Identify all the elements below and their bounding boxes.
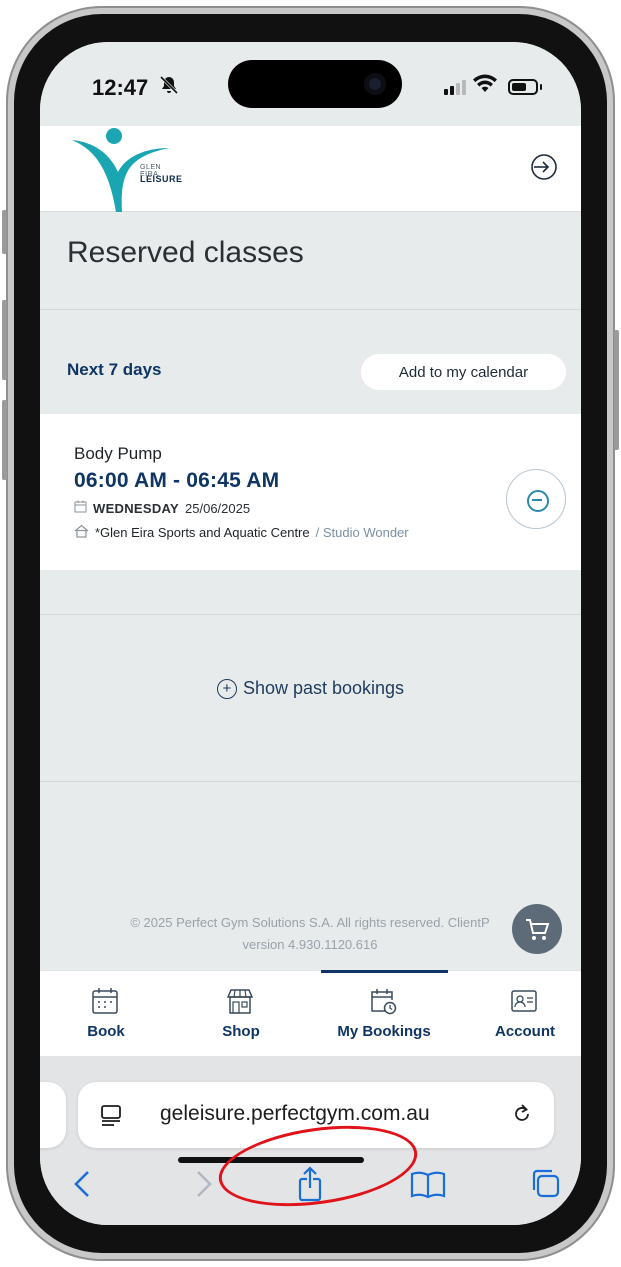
reload-icon[interactable]	[510, 1102, 534, 1126]
section-label: Next 7 days	[67, 360, 162, 379]
logo-title: LEISURE	[140, 174, 183, 184]
show-past-bookings-link[interactable]: + Show past bookings	[40, 678, 581, 699]
battery-icon	[508, 79, 538, 95]
bell-slash-icon	[159, 75, 179, 100]
screen: 12:47 GLEN EIRA LEISURE Reserved classes…	[40, 42, 581, 1225]
tab-book[interactable]: Book	[46, 971, 166, 1057]
shop-icon	[226, 989, 254, 1014]
volume-up-button	[2, 300, 7, 380]
camera-icon	[364, 73, 386, 95]
glen-eira-leisure-logo[interactable]: GLEN EIRA LEISURE	[70, 126, 183, 212]
show-past-bookings-label: Show past bookings	[242, 678, 405, 698]
address-bar[interactable]: geleisure.perfectgym.com.au	[78, 1082, 554, 1148]
add-to-calendar-button[interactable]: Add to my calendar	[361, 354, 566, 390]
footer-note: © 2025 Perfect Gym Solutions S.A. All ri…	[80, 912, 540, 956]
back-icon[interactable]	[64, 1164, 104, 1204]
previous-tab-preview[interactable]	[40, 1082, 66, 1148]
cart-button[interactable]	[512, 904, 562, 954]
bookings-icon	[371, 989, 397, 1015]
safari-toolbar: geleisure.perfectgym.com.au	[40, 1056, 581, 1225]
tab-label: Shop	[222, 1023, 260, 1040]
version-text: version 4.930.1120.616	[242, 937, 378, 952]
tab-account[interactable]: Account	[465, 971, 581, 1057]
page-menu-icon[interactable]	[100, 1104, 122, 1126]
tab-label: Book	[87, 1023, 125, 1040]
divider	[40, 614, 581, 615]
class-date: 25/06/2025	[185, 500, 251, 516]
forward-icon[interactable]	[182, 1164, 222, 1204]
calendar-icon	[92, 988, 118, 1014]
title-section: Reserved classes	[40, 212, 581, 310]
plus-circle-icon: +	[216, 678, 237, 699]
logout-icon[interactable]	[529, 152, 559, 182]
class-studio: / Studio Wonder	[315, 525, 409, 540]
dynamic-island	[228, 60, 402, 108]
class-location-row: *Glen Eira Sports and Aquatic Centre / S…	[74, 524, 409, 541]
class-time: 06:00 AM - 06:45 AM	[74, 469, 280, 492]
class-location: *Glen Eira Sports and Aquatic Centre	[95, 525, 310, 540]
class-weekday: WEDNESDAY	[93, 500, 180, 516]
status-time: 12:47	[92, 75, 149, 100]
tab-label: Account	[495, 1023, 555, 1040]
tabs-icon[interactable]	[526, 1164, 566, 1204]
bookmarks-icon[interactable]	[408, 1164, 448, 1204]
class-date-row: WEDNESDAY 25/06/2025	[74, 500, 250, 516]
copyright-text: © 2025 Perfect Gym Solutions S.A. All ri…	[130, 915, 490, 930]
tab-shop[interactable]: Shop	[181, 971, 301, 1057]
active-tab-indicator	[321, 970, 448, 973]
building-icon	[74, 524, 89, 541]
tab-my-bookings[interactable]: My Bookings	[324, 971, 444, 1057]
volume-down-button	[2, 400, 7, 480]
site-header: GLEN EIRA LEISURE	[40, 126, 581, 212]
mute-switch	[2, 210, 7, 254]
bottom-tab-bar: Book Shop My Bookings Account	[40, 970, 581, 1056]
cancel-booking-button[interactable]	[506, 469, 566, 529]
share-icon[interactable]	[290, 1164, 330, 1204]
tab-label: My Bookings	[337, 1023, 431, 1040]
page-title: Reserved classes	[67, 236, 304, 269]
account-icon	[511, 990, 537, 1012]
home-indicator	[178, 1157, 364, 1163]
calendar-small-icon	[74, 500, 87, 516]
booking-card[interactable]: Body Pump 06:00 AM - 06:45 AM WEDNESDAY …	[40, 414, 581, 570]
status-bar: 12:47	[40, 42, 581, 126]
divider	[40, 781, 581, 782]
battery-tip	[540, 84, 542, 90]
class-name: Body Pump	[74, 444, 162, 463]
power-button	[614, 330, 619, 450]
url-text: geleisure.perfectgym.com.au	[160, 1102, 430, 1125]
cart-icon	[526, 919, 550, 940]
cellular-signal-icon	[444, 80, 466, 95]
wifi-icon	[472, 72, 498, 100]
